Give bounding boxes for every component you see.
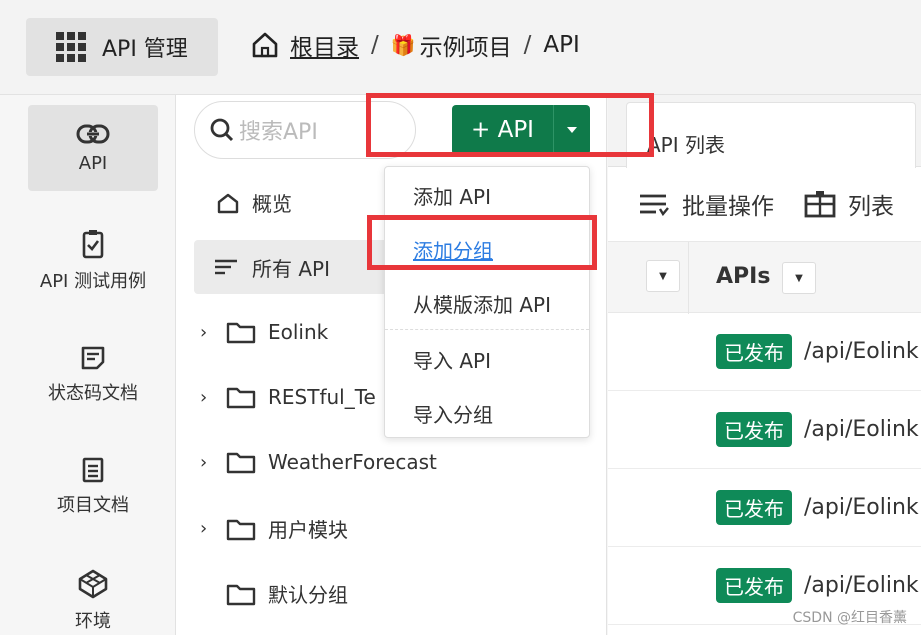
- group-label: 默认分组: [268, 583, 348, 607]
- document-icon: [82, 457, 104, 483]
- column-menu-button[interactable]: ▼: [646, 260, 680, 292]
- chevron-right-icon[interactable]: ›: [200, 518, 220, 539]
- left-nav: API API 测试用例 状态码文档 项目文档 环境: [0, 95, 176, 635]
- group-label: RESTful_Te: [268, 385, 376, 409]
- highlight-box-add-group: [367, 215, 597, 270]
- nav-label: 状态码文档: [48, 383, 138, 404]
- watermark: CSDN @红目香薰: [792, 610, 907, 626]
- highlight-box-add-api: [366, 93, 654, 157]
- batch-operation-button[interactable]: 批量操作: [638, 187, 774, 221]
- tree-overview[interactable]: 概览: [216, 188, 292, 217]
- breadcrumb-separator: /: [371, 32, 379, 58]
- search-icon: [210, 118, 234, 142]
- chevron-right-icon[interactable]: ›: [200, 387, 220, 408]
- nav-item-project-docs[interactable]: 项目文档: [28, 457, 158, 517]
- menu-item-import-api[interactable]: 导入 API: [413, 345, 491, 374]
- menu-divider: [385, 329, 589, 330]
- breadcrumb-project[interactable]: 示例项目: [420, 28, 512, 62]
- batch-list-icon: [640, 194, 669, 216]
- table-row[interactable]: 已发布 /api/Eolink: [608, 469, 921, 547]
- overview-label: 概览: [252, 192, 292, 216]
- tab-api-list[interactable]: API 列表: [626, 102, 916, 168]
- clipboard-check-icon: [82, 230, 104, 259]
- tree-group-weatherforecast[interactable]: › WeatherForecast: [200, 450, 437, 474]
- list-icon: [215, 259, 237, 275]
- grid-icon: [56, 32, 86, 62]
- breadcrumb-separator: /: [523, 32, 532, 58]
- nav-item-status-codes[interactable]: 状态码文档: [28, 345, 158, 405]
- tab-bar: API 列表: [608, 95, 921, 168]
- tree-all-api[interactable]: 所有 API: [194, 240, 394, 294]
- add-api-dropdown-menu: 添加 API 添加分组 从模版添加 API 导入 API 导入分组: [384, 166, 590, 438]
- link-icon: [76, 124, 110, 143]
- app-menu-button[interactable]: API 管理: [26, 18, 218, 76]
- home-icon: [217, 193, 239, 213]
- breadcrumb-root-link[interactable]: 根目录: [290, 28, 359, 62]
- table-header: ▼ APIs ▼: [608, 241, 921, 314]
- status-badge: 已发布: [716, 568, 792, 603]
- chevron-right-icon[interactable]: ›: [200, 452, 220, 473]
- breadcrumb-current: API: [543, 32, 580, 58]
- status-badge: 已发布: [716, 334, 792, 369]
- column-divider: [688, 242, 689, 314]
- group-label: WeatherForecast: [268, 450, 437, 474]
- status-badge: 已发布: [716, 412, 792, 447]
- api-path[interactable]: /api/Eolink: [804, 495, 919, 520]
- tree-group-eolink[interactable]: › Eolink: [200, 320, 328, 344]
- app-title: API 管理: [102, 37, 188, 62]
- table-icon: [804, 191, 836, 218]
- home-icon: [252, 32, 278, 58]
- group-label: Eolink: [268, 320, 329, 344]
- list-settings-button[interactable]: 列表: [804, 187, 894, 221]
- folder-icon: [226, 452, 256, 474]
- column-header-apis: APIs: [716, 264, 771, 289]
- batch-operation-label: 批量操作: [682, 194, 774, 220]
- note-icon: [81, 346, 105, 370]
- chevron-right-icon[interactable]: ›: [200, 322, 220, 343]
- folder-icon: [226, 584, 256, 605]
- nav-item-environment[interactable]: 环境: [28, 569, 158, 633]
- list-settings-label: 列表: [848, 194, 894, 220]
- nav-item-api[interactable]: API: [28, 105, 158, 191]
- nav-label: 项目文档: [57, 495, 129, 516]
- menu-item-import-group[interactable]: 导入分组: [413, 399, 493, 428]
- api-path[interactable]: /api/Eolink: [804, 573, 919, 598]
- api-list-content: API 列表 批量操作 列表 ▼ APIs ▼ 已发布 /api/Eolink …: [608, 95, 921, 635]
- nav-label: 环境: [75, 611, 111, 632]
- all-api-label: 所有 API: [252, 256, 330, 281]
- group-label: 用户模块: [268, 518, 348, 542]
- folder-icon: [226, 387, 256, 409]
- top-header: API 管理 根目录 / 🎁 示例项目 / API: [0, 0, 921, 95]
- tree-group-user-module[interactable]: › 用户模块: [200, 514, 348, 543]
- apis-column-menu-button[interactable]: ▼: [782, 262, 816, 294]
- list-toolbar: 批量操作 列表: [608, 167, 921, 241]
- api-path[interactable]: /api/Eolink: [804, 417, 919, 442]
- breadcrumb: 根目录 / 🎁 示例项目 / API: [250, 28, 580, 62]
- api-path[interactable]: /api/Eolink: [804, 339, 919, 364]
- gift-icon: 🎁: [390, 33, 416, 57]
- nav-label: API 测试用例: [39, 271, 147, 292]
- folder-icon: [226, 322, 256, 344]
- table-row[interactable]: 已发布 /api/Eolink: [608, 391, 921, 469]
- nav-label: API: [78, 152, 108, 174]
- tree-group-restful[interactable]: › RESTful_Te: [200, 385, 376, 409]
- cube-icon: [78, 569, 108, 599]
- menu-item-add-api[interactable]: 添加 API: [413, 181, 491, 210]
- menu-item-add-from-template[interactable]: 从模版添加 API: [413, 289, 551, 318]
- status-badge: 已发布: [716, 490, 792, 525]
- tree-group-default[interactable]: 默认分组: [220, 579, 348, 608]
- table-row[interactable]: 已发布 /api/Eolink: [608, 313, 921, 391]
- nav-item-test-cases[interactable]: API 测试用例: [28, 229, 158, 293]
- search-placeholder: 搜索API: [239, 120, 318, 145]
- folder-icon: [226, 519, 256, 540]
